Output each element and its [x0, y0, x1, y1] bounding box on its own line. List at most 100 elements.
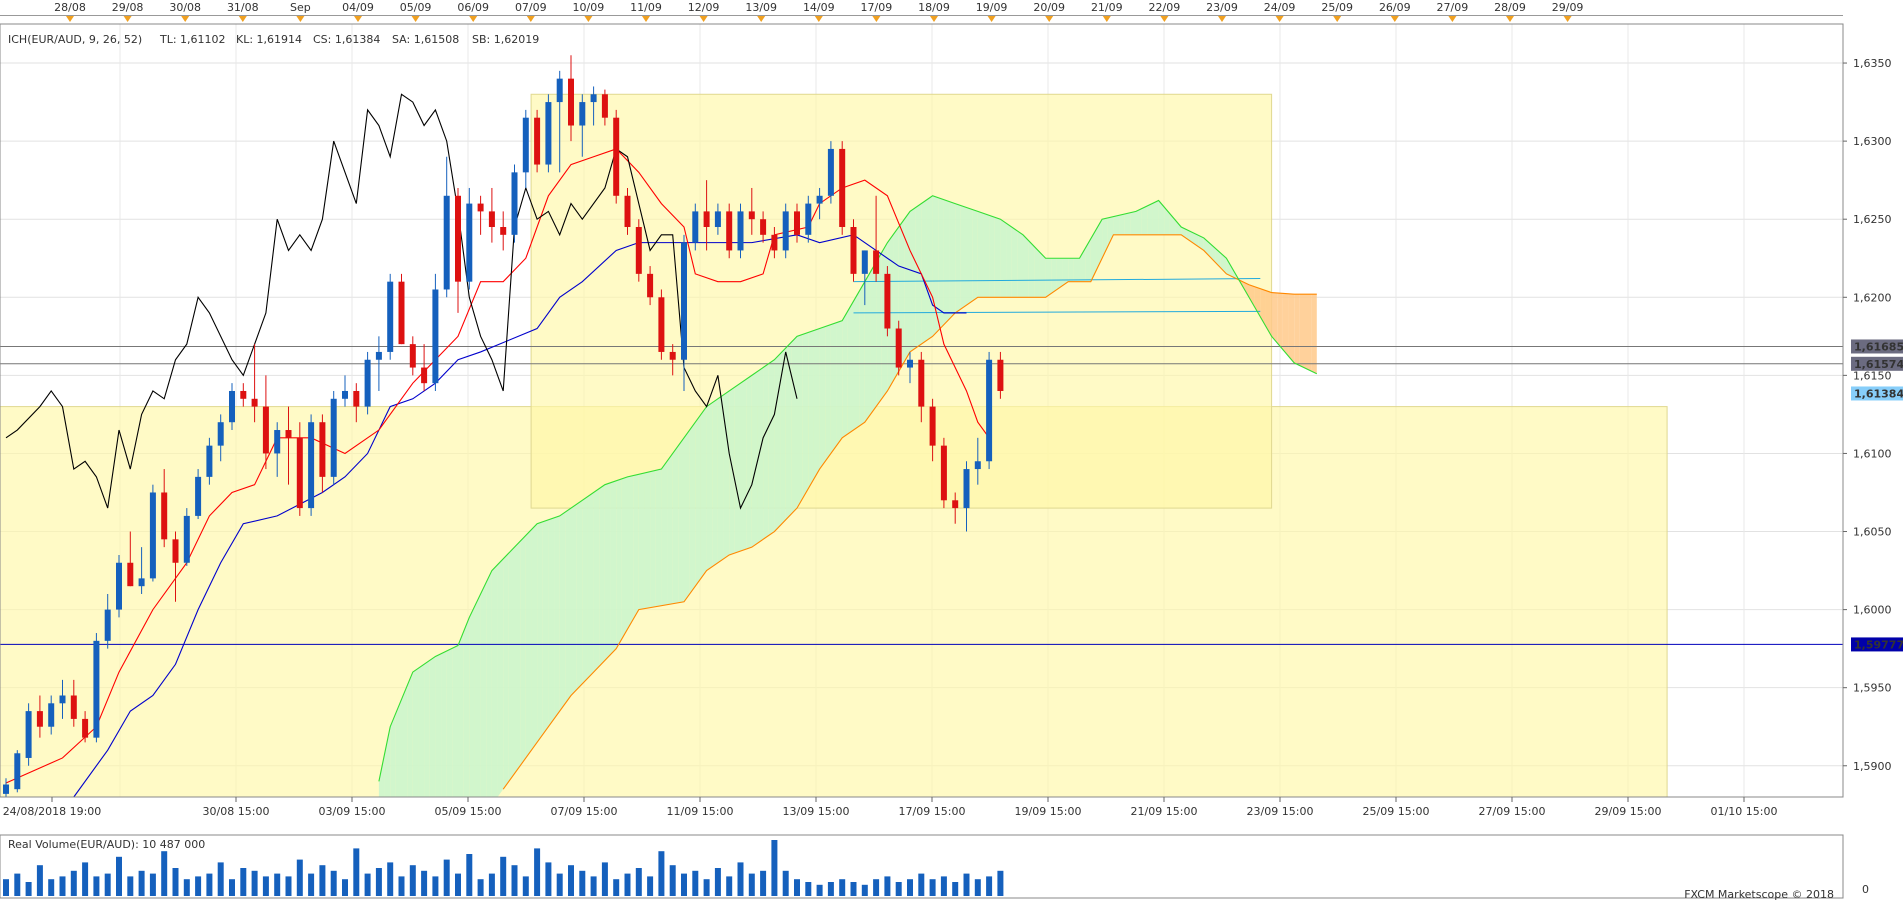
top-date-label: 21/09 — [1091, 1, 1123, 14]
cloud-segment — [587, 492, 594, 678]
volume-bar — [14, 873, 21, 896]
volume-bar — [59, 876, 66, 896]
ichimoku-chart[interactable]: 28/08 29/08 30/08 31/08 Sep 04/09 05/09 06/09 07… — [0, 0, 1903, 900]
volume-bar — [421, 870, 428, 896]
volume-axis-zero: 0 — [1862, 883, 1869, 896]
volume-bar — [82, 862, 89, 896]
cloud-segment — [864, 271, 871, 423]
time-tick-label: 29/09 15:00 — [1595, 805, 1662, 818]
cloud-segment — [435, 653, 442, 797]
top-date-label: 29/09 — [1552, 1, 1584, 14]
cloud-segment — [491, 564, 498, 797]
candle-body — [624, 195, 631, 228]
candle-body — [805, 203, 812, 235]
candle-body — [127, 562, 134, 587]
volume-bar — [274, 873, 281, 896]
volume-bar — [986, 876, 993, 896]
cloud-segment — [802, 332, 809, 499]
volume-bar — [240, 868, 247, 896]
candle-body — [387, 281, 394, 352]
cloud-segment — [1119, 213, 1125, 235]
legend-ich: ICH(EUR/AUD, 9, 26, 52) — [8, 33, 142, 46]
top-date-label: 17/09 — [861, 1, 893, 14]
cloud-segment — [514, 541, 521, 774]
volume-bar — [895, 882, 902, 896]
cloud-segment — [644, 471, 651, 609]
cloud-segment — [638, 472, 645, 610]
cloud-segment — [559, 512, 566, 712]
top-date-label: 24/09 — [1264, 1, 1296, 14]
volume-bar — [952, 882, 959, 896]
top-date-label: 25/09 — [1321, 1, 1353, 14]
candle-body — [364, 359, 371, 407]
volume-bar — [827, 882, 834, 896]
candle-body — [884, 273, 891, 329]
volume-bar — [974, 879, 981, 896]
volume-bar — [330, 870, 337, 896]
top-date-label: 29/08 — [112, 1, 144, 14]
candle-body — [70, 695, 77, 719]
candle-body — [319, 422, 326, 477]
top-date-label: 28/09 — [1494, 1, 1526, 14]
candle-body — [692, 211, 699, 243]
candle-body — [997, 359, 1004, 391]
volume-bar — [624, 873, 631, 896]
candle-body — [477, 203, 484, 212]
volume-bar — [443, 859, 450, 896]
volume-bar — [183, 879, 190, 896]
price-tick-label: 1,6000 — [1853, 604, 1892, 617]
candle-body — [116, 562, 122, 610]
cloud-segment — [480, 582, 487, 797]
legend-senkou-b: SB: 1,62019 — [472, 33, 539, 46]
cloud-segment — [1147, 203, 1153, 235]
candle-body — [918, 359, 925, 407]
volume-bar — [511, 865, 518, 896]
cloud-segment — [729, 387, 735, 555]
cloud-segment — [791, 336, 797, 514]
cloud-segment — [813, 328, 820, 479]
candle-body — [48, 703, 55, 727]
cloud-segment — [774, 353, 781, 532]
cloud-segment — [1073, 258, 1080, 282]
volume-bar — [206, 873, 213, 896]
candle-body — [229, 390, 235, 423]
candle-body — [3, 784, 9, 794]
price-badge-label: 1,61574 — [1854, 358, 1903, 371]
cloud-segment — [650, 470, 656, 608]
volume-bar — [488, 873, 495, 896]
cloud-segment — [1271, 292, 1278, 343]
cloud-segment — [1305, 294, 1312, 372]
cloud-segment — [667, 453, 673, 605]
volume-bar — [805, 882, 812, 896]
volume-bar — [568, 865, 574, 896]
candle-body — [398, 281, 405, 345]
cloud-segment — [836, 320, 843, 446]
cloud-segment — [633, 474, 639, 620]
candle-body — [986, 359, 993, 462]
candle-body — [488, 211, 495, 228]
candle-body — [613, 117, 620, 196]
top-date-label: 28/08 — [54, 1, 86, 14]
cloud-segment — [1152, 200, 1159, 235]
volume-bar — [737, 862, 744, 896]
cloud-segment — [966, 207, 973, 306]
candle-body — [726, 211, 733, 251]
volume-bar — [500, 856, 507, 896]
cloud-segment — [983, 213, 990, 298]
cloud-segment — [870, 262, 877, 415]
volume-bar — [229, 879, 235, 896]
cloud-segment — [853, 291, 860, 431]
cloud-segment — [441, 650, 447, 797]
volume-bar — [466, 854, 473, 896]
candle-body — [206, 445, 213, 477]
cloud-segment — [1299, 294, 1306, 369]
cloud-segment — [1028, 240, 1035, 298]
candle-body — [647, 273, 654, 298]
volume-bar — [285, 876, 292, 896]
volume-bar — [342, 879, 348, 896]
top-date-label: Sep — [290, 1, 311, 14]
volume-bar — [782, 870, 789, 896]
volume-bar — [816, 884, 823, 896]
volume-bar — [138, 870, 145, 896]
candle-body — [93, 640, 100, 738]
